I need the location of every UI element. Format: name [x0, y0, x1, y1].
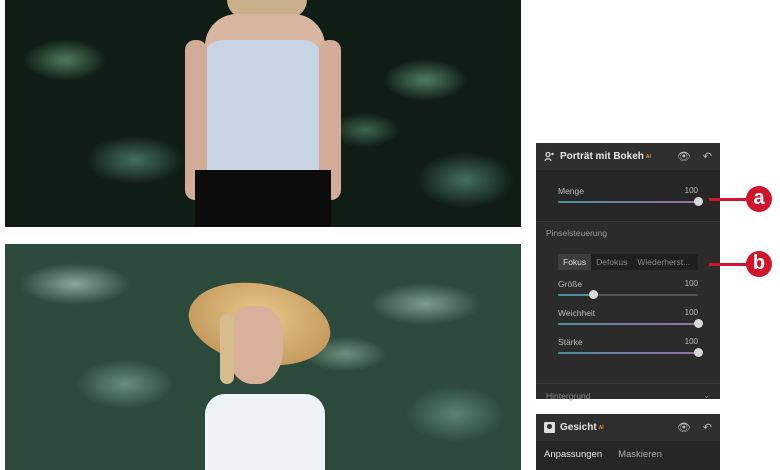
figure-top	[205, 394, 325, 470]
portrait-bokeh-panel: Porträt mit Bokeh AI 👁 ↶ Menge 100 Pinsels…	[536, 143, 720, 401]
slider-thumb[interactable]	[694, 319, 703, 328]
face-icon	[544, 422, 555, 433]
amount-section: Menge 100	[536, 170, 720, 222]
slider-fill	[558, 201, 698, 203]
face-panel: Gesicht AI 👁 ↶ Anpassungen Maskieren	[536, 414, 720, 470]
slider-value: 100	[684, 308, 698, 317]
panel-title: Gesicht	[560, 422, 597, 433]
slider-fill	[558, 294, 593, 296]
slider-thumb[interactable]	[589, 290, 598, 299]
mode-fokus[interactable]: Fokus	[558, 254, 592, 270]
eye-icon[interactable]: 👁	[677, 150, 691, 163]
panel-title: Porträt mit Bokeh	[560, 151, 644, 162]
figure-top	[203, 40, 323, 175]
callout-badge-a: a	[746, 186, 772, 212]
callout-line-a	[709, 198, 749, 201]
figure-hair	[220, 314, 234, 384]
slider-weichheit[interactable]: Weichheit 100	[536, 302, 720, 331]
slider-value: 100	[684, 186, 698, 195]
panel-header: Porträt mit Bokeh AI 👁 ↶	[536, 143, 720, 170]
slider-menge[interactable]: Menge 100	[536, 180, 720, 209]
mode-wiederherstellen[interactable]: Wiederherst...	[632, 254, 695, 270]
slider-thumb[interactable]	[694, 348, 703, 357]
section-label: Pinselsteuerung	[546, 228, 607, 238]
slider-value: 100	[684, 337, 698, 346]
mode-defokus[interactable]: Defokus	[591, 254, 632, 270]
slider-track[interactable]	[558, 290, 698, 299]
tab-anpassungen[interactable]: Anpassungen	[544, 449, 602, 462]
tab-maskieren[interactable]: Maskieren	[618, 449, 662, 462]
section-title: Hintergrund	[546, 390, 591, 401]
slider-label: Stärke	[558, 337, 583, 347]
slider-thumb[interactable]	[694, 197, 703, 206]
brush-sliders: Größe 100 Weichheit 100 Stärke 100	[536, 270, 720, 384]
slider-staerke[interactable]: Stärke 100	[536, 331, 720, 360]
panel-header: Gesicht AI 👁 ↶	[536, 414, 720, 441]
chevron-down-icon[interactable]: ⌄	[703, 391, 710, 400]
slider-label: Weichheit	[558, 308, 596, 318]
slider-track[interactable]	[558, 319, 703, 328]
figure-face	[227, 306, 283, 384]
slider-track[interactable]	[558, 348, 703, 357]
slider-label: Menge	[558, 186, 584, 196]
slider-label: Größe	[558, 279, 583, 289]
slider-value: 100	[684, 279, 698, 288]
hintergrund-section[interactable]: Hintergrund ⌄	[536, 384, 720, 407]
eye-icon[interactable]: 👁	[677, 421, 691, 434]
photo-after	[5, 244, 521, 470]
photo-before	[5, 0, 521, 227]
brush-mode-segmented: Fokus Defokus Wiederherst...	[558, 254, 698, 270]
ai-badge: AI	[598, 424, 604, 431]
slider-track[interactable]	[558, 197, 703, 206]
portrait-icon	[544, 151, 555, 162]
ai-badge: AI	[645, 153, 651, 160]
undo-icon[interactable]: ↶	[703, 150, 712, 163]
slider-fill	[558, 352, 698, 354]
callout-line-b	[709, 263, 749, 266]
slider-fill	[558, 323, 698, 325]
slider-groesse[interactable]: Größe 100	[536, 273, 720, 302]
undo-icon[interactable]: ↶	[703, 421, 712, 434]
figure-pants	[195, 170, 331, 227]
callout-badge-b: b	[746, 251, 772, 277]
